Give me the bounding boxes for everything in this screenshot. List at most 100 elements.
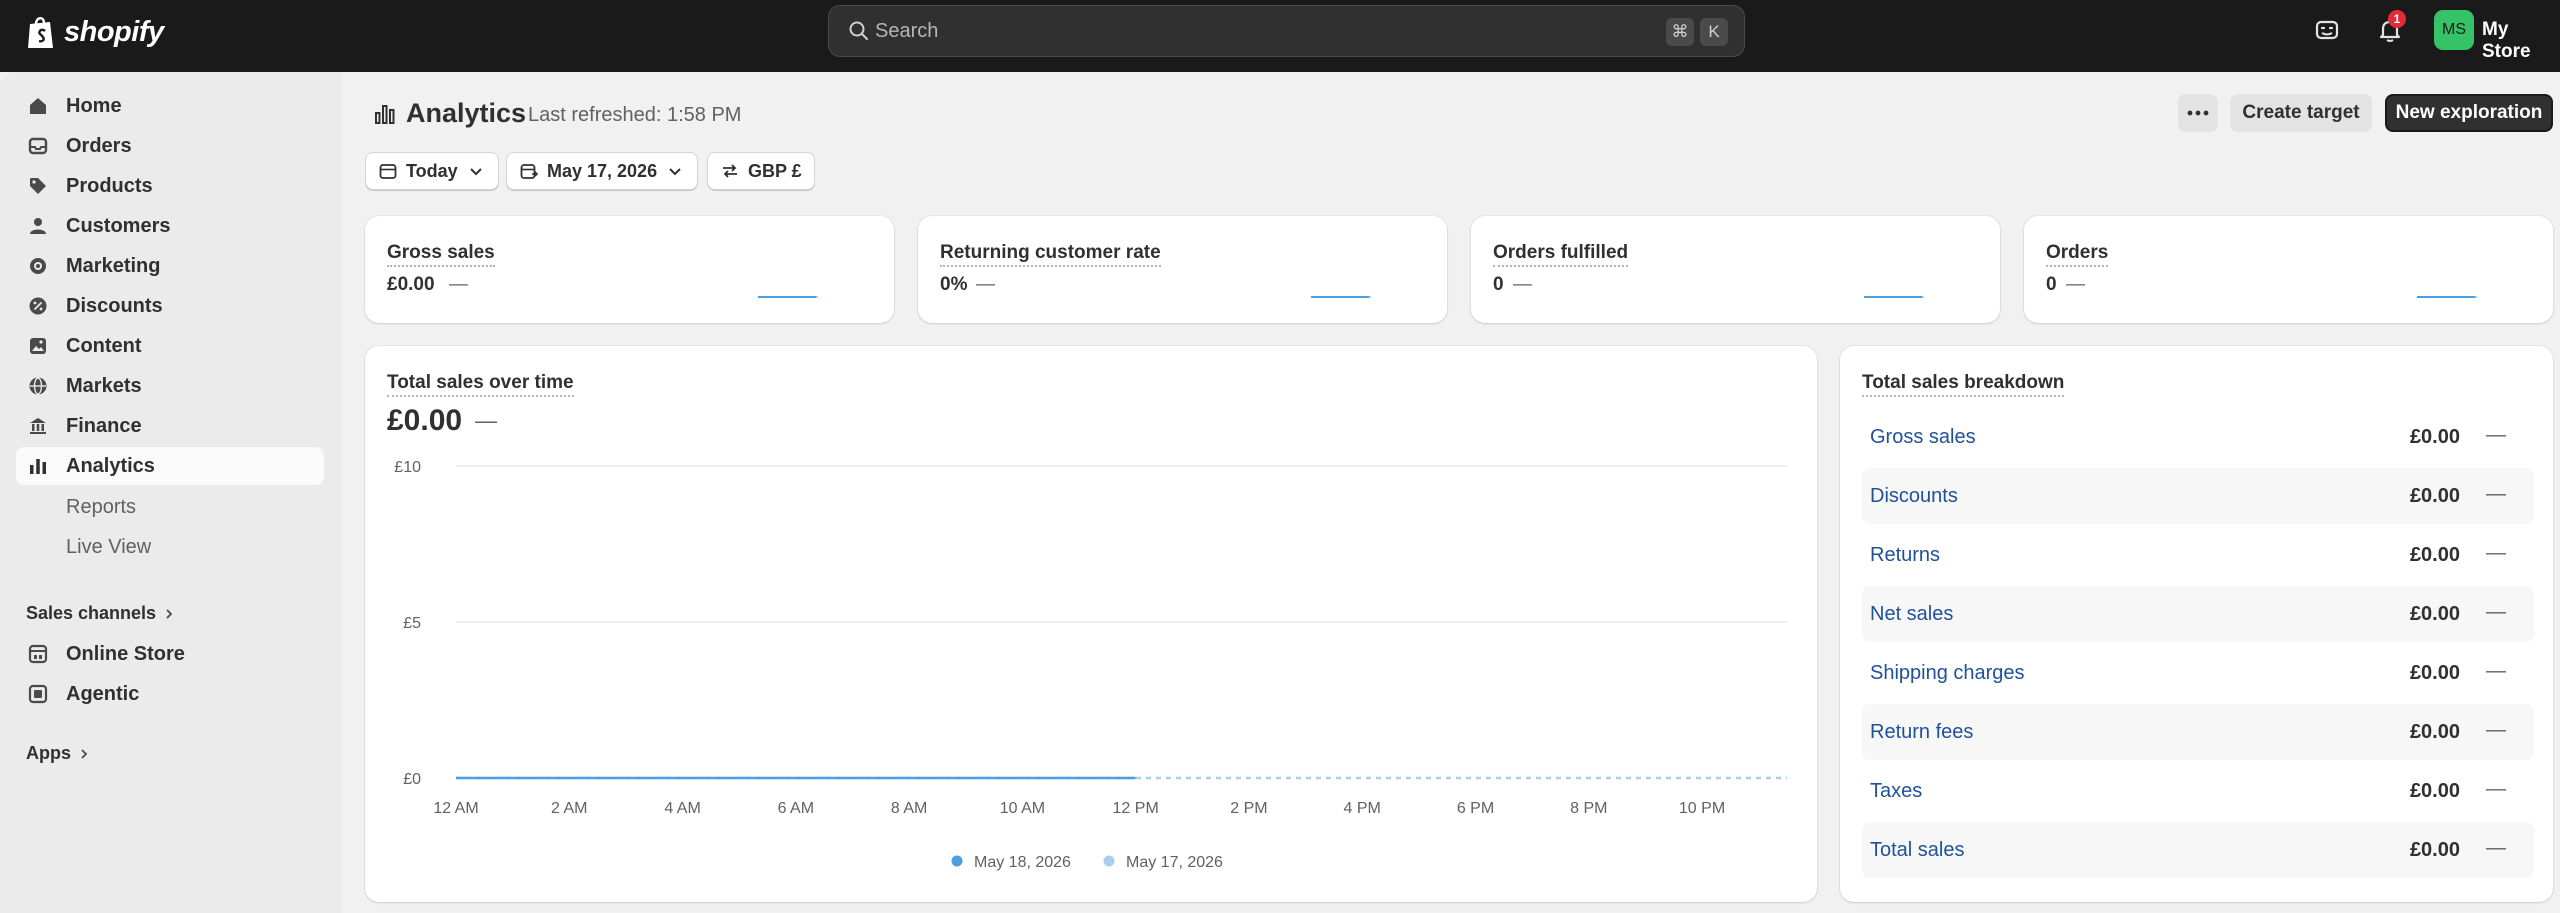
- sidekick-icon[interactable]: [2313, 16, 2341, 44]
- store-name[interactable]: My Store: [2482, 19, 2560, 63]
- create-target-button[interactable]: Create target: [2230, 94, 2372, 132]
- legend-swatch: [951, 855, 963, 867]
- new-exploration-button[interactable]: New exploration: [2385, 94, 2553, 132]
- sidebar-item-label: Orders: [66, 135, 132, 157]
- currency-picker[interactable]: GBP £: [707, 152, 815, 190]
- x-tick-label: 4 PM: [1344, 800, 1381, 817]
- breakdown-row: Return fees £0.00 —: [1862, 704, 2534, 760]
- breakdown-row: Discounts £0.00 —: [1862, 468, 2534, 524]
- breakdown-title[interactable]: Total sales breakdown: [1862, 372, 2065, 397]
- breakdown-row-value: £0.00: [2409, 426, 2460, 448]
- breakdown-row-value: £0.00: [2409, 839, 2460, 861]
- apps-header[interactable]: Apps: [26, 743, 89, 764]
- metric-card-orders-fulfilled[interactable]: Orders fulfilled 0 —: [1471, 216, 2000, 323]
- breakdown-row-label[interactable]: Shipping charges: [1870, 662, 2025, 685]
- avatar[interactable]: MS: [2434, 10, 2474, 50]
- sidebar-item-discounts[interactable]: Discounts: [16, 287, 324, 325]
- notification-badge: 1: [2388, 10, 2406, 28]
- apps-label: Apps: [26, 743, 71, 763]
- breakdown-row-trend: —: [2486, 837, 2506, 859]
- breakdown-row-label[interactable]: Net sales: [1870, 603, 1953, 626]
- sidebar-item-home[interactable]: Home: [16, 87, 324, 125]
- more-actions-button[interactable]: [2178, 94, 2218, 132]
- search-bar[interactable]: Search ⌘ K: [828, 5, 1745, 57]
- breakdown-row: Gross sales £0.00 —: [1862, 409, 2534, 465]
- bank-icon: [30, 418, 46, 434]
- breakdown-row-label[interactable]: Taxes: [1870, 780, 1922, 803]
- metric-label: Orders: [2046, 242, 2109, 267]
- chart-icon: [30, 459, 46, 474]
- sales-channels-header[interactable]: Sales channels: [26, 603, 174, 624]
- breakdown-row-trend: —: [2486, 719, 2506, 741]
- x-tick-label: 12 PM: [1113, 800, 1159, 817]
- sidebar-item-marketing[interactable]: Marketing: [16, 247, 324, 285]
- store-icon: [28, 644, 48, 664]
- chevron-down-icon: [669, 168, 681, 176]
- discount-icon: [29, 297, 47, 315]
- x-tick-label: 6 AM: [778, 800, 814, 817]
- chevron-right-icon: [81, 748, 88, 759]
- agentic-icon: [28, 684, 48, 704]
- logo-text: shopify: [64, 15, 164, 48]
- breakdown-row-value: £0.00: [2409, 603, 2460, 625]
- breakdown-row-value: £0.00: [2409, 780, 2460, 802]
- sparkline: [1311, 296, 1373, 298]
- top-bar: shopify Search ⌘ K 1 MS My Store: [0, 0, 2560, 72]
- metric-label: Gross sales: [387, 242, 495, 267]
- metric-label: Returning customer rate: [940, 242, 1161, 267]
- sidebar-item-orders[interactable]: Orders: [16, 127, 324, 165]
- sales-over-time-card: Total sales over time £0.00 — £0 £5 £10 12 …: [365, 346, 1817, 902]
- legend-label: May 18, 2026: [974, 854, 1071, 871]
- calendar-icon: [379, 164, 397, 179]
- breakdown-row-value: £0.00: [2409, 721, 2460, 743]
- shopify-logo[interactable]: shopify: [26, 14, 164, 50]
- search-icon: [849, 21, 868, 40]
- sidebar-item-products[interactable]: Products: [16, 167, 324, 205]
- breakdown-row-label[interactable]: Returns: [1870, 544, 1940, 567]
- sidebar-item-online-store[interactable]: Online Store: [16, 635, 324, 673]
- metric-card-returning-customer-rate[interactable]: Returning customer rate 0% —: [918, 216, 1447, 323]
- x-tick-label: 10 AM: [1000, 800, 1045, 817]
- metric-trend: —: [2066, 274, 2085, 295]
- breakdown-row-trend: —: [2486, 601, 2506, 623]
- chart-icon: [375, 104, 395, 124]
- metric-label: Orders fulfilled: [1493, 242, 1629, 267]
- breakdown-row-label[interactable]: Gross sales: [1870, 426, 1976, 449]
- metric-trend: —: [449, 274, 468, 295]
- sidebar-item-agentic[interactable]: Agentic: [16, 675, 324, 713]
- breakdown-row-value: £0.00: [2409, 544, 2460, 566]
- metric-value: 0: [1493, 274, 1504, 295]
- shortcut-k-key: K: [1700, 18, 1728, 46]
- compare-date-picker[interactable]: May 17, 2026: [506, 152, 699, 190]
- sidebar-item-analytics[interactable]: Analytics: [16, 447, 324, 485]
- sidebar-item-label: Agentic: [66, 683, 140, 705]
- breakdown-row: Shipping charges £0.00 —: [1862, 645, 2534, 701]
- metric-card-orders[interactable]: Orders 0 —: [2024, 216, 2553, 323]
- metric-card-gross-sales[interactable]: Gross sales £0.00 —: [365, 216, 894, 323]
- sidebar-subitem-reports[interactable]: Reports: [66, 496, 136, 519]
- breakdown-row: Net sales £0.00 —: [1862, 586, 2534, 642]
- sparkline: [2417, 296, 2479, 298]
- sidebar-item-label: Home: [66, 95, 122, 117]
- x-tick-label: 12 AM: [433, 800, 478, 817]
- target-icon: [30, 258, 46, 274]
- sidebar-item-markets[interactable]: Markets: [16, 367, 324, 405]
- breakdown-row-label[interactable]: Return fees: [1870, 721, 1973, 744]
- date-range-picker[interactable]: Today: [365, 152, 499, 190]
- currency-label: GBP £: [748, 160, 802, 181]
- x-tick-label: 8 PM: [1570, 800, 1607, 817]
- sales-channels-label: Sales channels: [26, 603, 157, 623]
- breakdown-row-label[interactable]: Discounts: [1870, 485, 1958, 508]
- sparkline: [1864, 296, 1926, 298]
- sidebar: Home Orders Products Customers Marketing…: [0, 72, 342, 913]
- metric-value: 0%: [940, 274, 968, 295]
- breakdown-row-label[interactable]: Total sales: [1870, 839, 1965, 862]
- sidebar-subitem-live-view[interactable]: Live View: [66, 536, 151, 559]
- breakdown-row: Total sales £0.00 —: [1862, 822, 2534, 878]
- sidebar-item-label: Products: [66, 175, 153, 197]
- sidebar-item-content[interactable]: Content: [16, 327, 324, 365]
- y-tick-label: £10: [394, 459, 421, 476]
- sidebar-item-customers[interactable]: Customers: [16, 207, 324, 245]
- chevron-down-icon: [469, 168, 482, 176]
- sidebar-item-finance[interactable]: Finance: [16, 407, 324, 445]
